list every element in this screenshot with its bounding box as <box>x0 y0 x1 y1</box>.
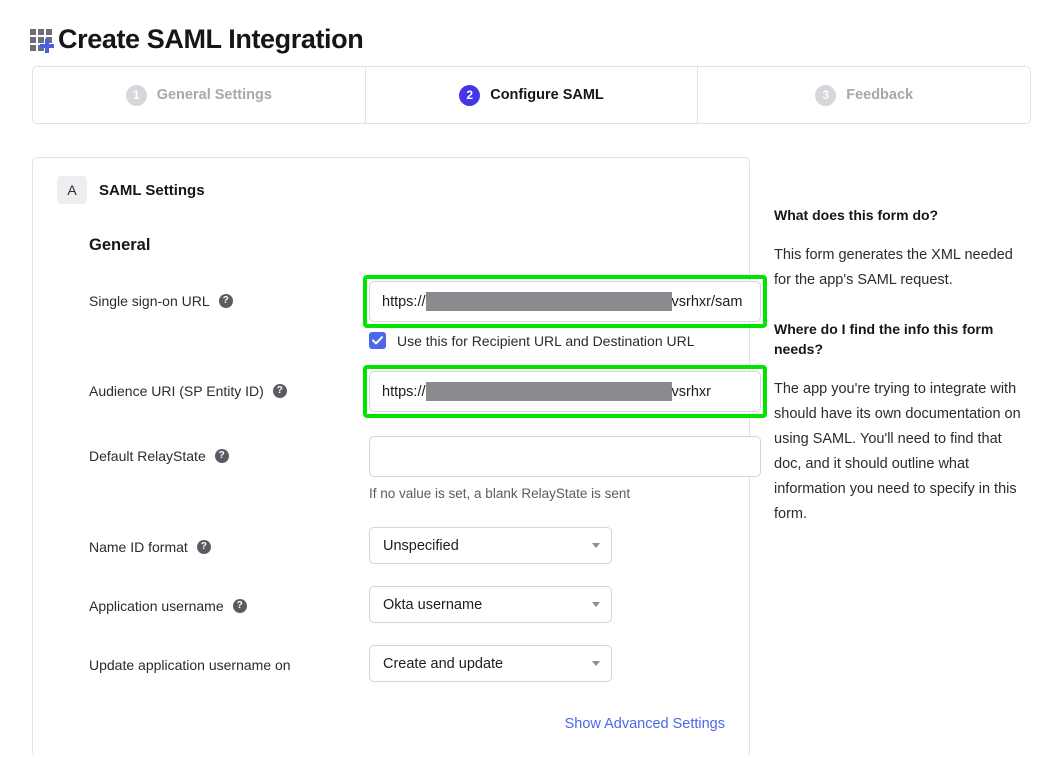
recipient-destination-checkbox[interactable] <box>369 332 386 349</box>
general-group-heading: General <box>89 236 151 254</box>
help-question-1-heading: What does this form do? <box>774 207 939 223</box>
field-col-audience-uri: https:// vsrhxr <box>363 365 767 418</box>
label-text-audience-uri: Audience URI (SP Entity ID) <box>89 383 264 399</box>
advanced-settings-row: Show Advanced Settings <box>33 716 749 732</box>
page-header: Create SAML Integration <box>0 0 1063 62</box>
audience-uri-prefix: https:// <box>382 383 426 400</box>
default-relaystate-input[interactable] <box>369 436 761 477</box>
step-label-3: Feedback <box>846 87 914 103</box>
field-col-update-application-username-on: Create and update <box>369 645 749 682</box>
label-update-application-username-on: Update application username on <box>89 645 369 675</box>
help-panel: What does this form do? This form genera… <box>750 157 1031 757</box>
saml-settings-title: SAML Settings <box>99 181 205 199</box>
section-badge-a: A <box>57 176 87 204</box>
name-id-format-selected-value: Unspecified <box>383 537 459 554</box>
update-application-username-on-selected-value: Create and update <box>383 655 504 672</box>
audience-uri-suffix: vsrhxr <box>671 383 712 400</box>
show-advanced-settings-link[interactable]: Show Advanced Settings <box>565 716 725 732</box>
sso-url-suffix: vsrhxr/sam <box>671 293 743 310</box>
step-configure-saml[interactable]: 2 Configure SAML <box>366 67 699 123</box>
body-container: A SAML Settings General Single sign-on U… <box>0 157 1063 757</box>
update-application-username-on-select[interactable]: Create and update <box>369 645 612 682</box>
step-general-settings[interactable]: 1 General Settings <box>33 67 366 123</box>
row-name-id-format: Name ID format ? Unspecified <box>33 527 749 564</box>
step-number-3: 3 <box>815 84 837 106</box>
saml-settings-card: A SAML Settings General Single sign-on U… <box>32 157 767 757</box>
default-relaystate-helper-text: If no value is set, a blank RelayState i… <box>369 486 631 501</box>
label-text-application-username: Application username <box>89 598 224 614</box>
step-feedback[interactable]: 3 Feedback <box>698 67 1030 123</box>
sso-url-prefix: https:// <box>382 293 426 310</box>
row-default-relaystate: Default RelayState ? If no value is set,… <box>33 436 761 501</box>
audience-uri-redaction <box>425 382 672 401</box>
label-text-name-id-format: Name ID format <box>89 539 188 555</box>
row-audience-uri: Audience URI (SP Entity ID) ? https:// vs… <box>33 365 767 418</box>
label-application-username: Application username ? <box>89 586 369 616</box>
help-icon-application-username[interactable]: ? <box>232 599 247 613</box>
page-title: Create SAML Integration <box>58 23 364 54</box>
help-icon-name-id-format[interactable]: ? <box>196 540 211 554</box>
label-text-default-relaystate: Default RelayState <box>89 448 206 464</box>
application-username-select[interactable]: Okta username <box>369 586 612 623</box>
name-id-format-select[interactable]: Unspecified <box>369 527 612 564</box>
chevron-down-icon <box>592 543 600 548</box>
label-single-sign-on-url: Single sign-on URL ? <box>89 281 369 311</box>
field-col-name-id-format: Unspecified <box>369 527 749 564</box>
app-grid-plus-icon <box>30 27 56 53</box>
stepper: 1 General Settings 2 Configure SAML 3 Fe… <box>32 66 1031 124</box>
help-icon-single-sign-on-url[interactable]: ? <box>218 294 233 308</box>
label-text-single-sign-on-url: Single sign-on URL <box>89 293 210 309</box>
label-default-relaystate: Default RelayState ? <box>89 436 369 466</box>
chevron-down-icon <box>592 602 600 607</box>
chevron-down-icon <box>592 661 600 666</box>
audience-uri-input[interactable]: https:// vsrhxr <box>369 371 761 412</box>
row-update-application-username-on: Update application username on Create an… <box>33 645 749 682</box>
row-recipient-destination-checkbox[interactable]: Use this for Recipient URL and Destinati… <box>369 332 761 349</box>
step-label-1: General Settings <box>156 87 272 103</box>
help-question-2-body: The app you're trying to integrate with … <box>774 381 1021 522</box>
help-question-2-heading: Where do I find the info this form needs… <box>774 321 994 357</box>
single-sign-on-url-input[interactable]: https:// vsrhxr/sam <box>369 281 761 322</box>
step-label-2: Configure SAML <box>490 87 604 103</box>
help-question-1-body: This form generates the XML needed for t… <box>774 247 1013 288</box>
label-name-id-format: Name ID format ? <box>89 527 369 557</box>
label-text-update-application-username-on: Update application username on <box>89 657 291 673</box>
row-application-username: Application username ? Okta username <box>33 586 749 623</box>
saml-settings-header: A SAML Settings <box>33 176 749 204</box>
step-number-2: 2 <box>459 84 481 106</box>
recipient-destination-checkbox-label: Use this for Recipient URL and Destinati… <box>397 332 695 349</box>
label-audience-uri: Audience URI (SP Entity ID) ? <box>89 371 369 401</box>
step-number-1: 1 <box>125 84 147 106</box>
field-col-single-sign-on-url: https:// vsrhxr/sam Use this for Recipien… <box>363 275 767 349</box>
help-icon-default-relaystate[interactable]: ? <box>214 449 229 463</box>
sso-url-redaction <box>425 292 672 311</box>
help-icon-audience-uri[interactable]: ? <box>272 384 287 398</box>
field-col-default-relaystate: If no value is set, a blank RelayState i… <box>369 436 761 501</box>
application-username-selected-value: Okta username <box>383 596 483 613</box>
field-col-application-username: Okta username <box>369 586 749 623</box>
row-single-sign-on-url: Single sign-on URL ? https:// vsrhxr/sam … <box>33 275 767 349</box>
